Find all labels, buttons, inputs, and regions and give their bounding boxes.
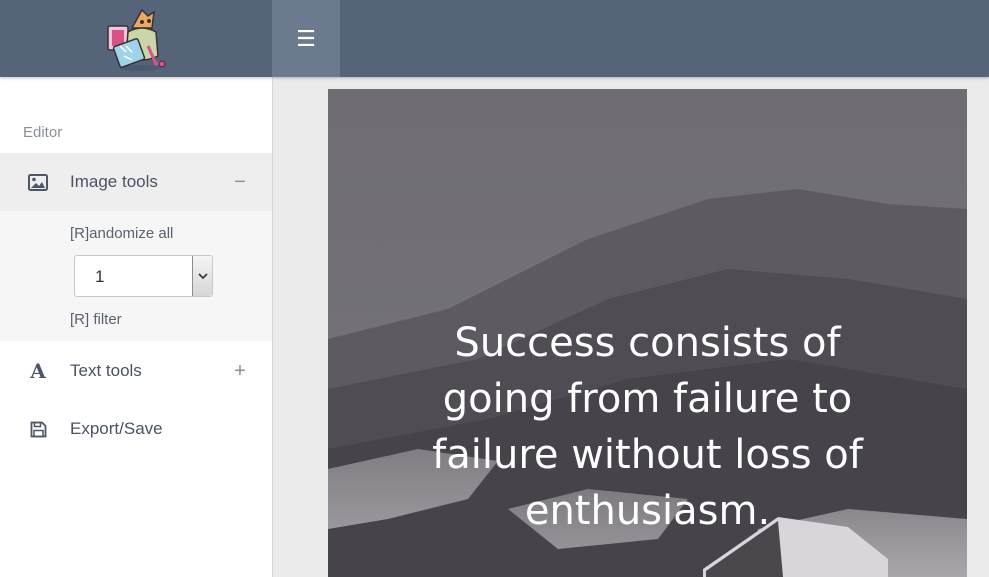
sidebar-item-export-save[interactable]: Export/Save — [0, 400, 272, 458]
sidebar-item-label: Export/Save — [70, 419, 163, 438]
expand-icon[interactable]: + — [232, 360, 248, 383]
menu-toggle-button[interactable]: ☰ — [272, 0, 340, 77]
mascot-logo-icon[interactable] — [102, 6, 168, 72]
filter-select-value: 1 — [95, 267, 105, 286]
quote-line: Success consists of — [454, 320, 841, 366]
sidebar-heading: Editor — [23, 124, 63, 141]
sidebar-item-image-tools[interactable]: Image tools − — [0, 153, 272, 211]
image-canvas[interactable]: Success consists of going from failure t… — [328, 89, 967, 577]
sidebar: Editor Image tools − [R]andomize all 1 [… — [0, 77, 273, 577]
logo-area — [0, 0, 272, 77]
collapse-icon[interactable]: − — [232, 171, 248, 194]
image-tools-submenu: [R]andomize all 1 [R] filter — [0, 211, 272, 341]
text-a-icon: A — [30, 359, 46, 383]
image-icon — [27, 171, 49, 193]
randomize-all-link[interactable]: [R]andomize all — [70, 225, 173, 242]
quote-text[interactable]: Success consists of going from failure t… — [328, 315, 967, 539]
sidebar-item-label: Text tools — [70, 361, 142, 380]
top-header: ☰ — [0, 0, 989, 77]
quote-line: going from failure to — [442, 376, 853, 422]
filter-select[interactable]: 1 — [74, 255, 213, 297]
sidebar-item-label: Image tools — [70, 172, 158, 191]
quote-line: failure without loss of — [432, 432, 863, 478]
chevron-down-icon — [192, 256, 212, 296]
hamburger-icon: ☰ — [296, 25, 316, 51]
quote-line: enthusiasm. — [524, 488, 771, 534]
sidebar-item-text-tools[interactable]: A Text tools + — [0, 342, 272, 400]
floppy-disk-icon — [27, 418, 49, 440]
random-filter-link[interactable]: [R] filter — [70, 311, 122, 328]
